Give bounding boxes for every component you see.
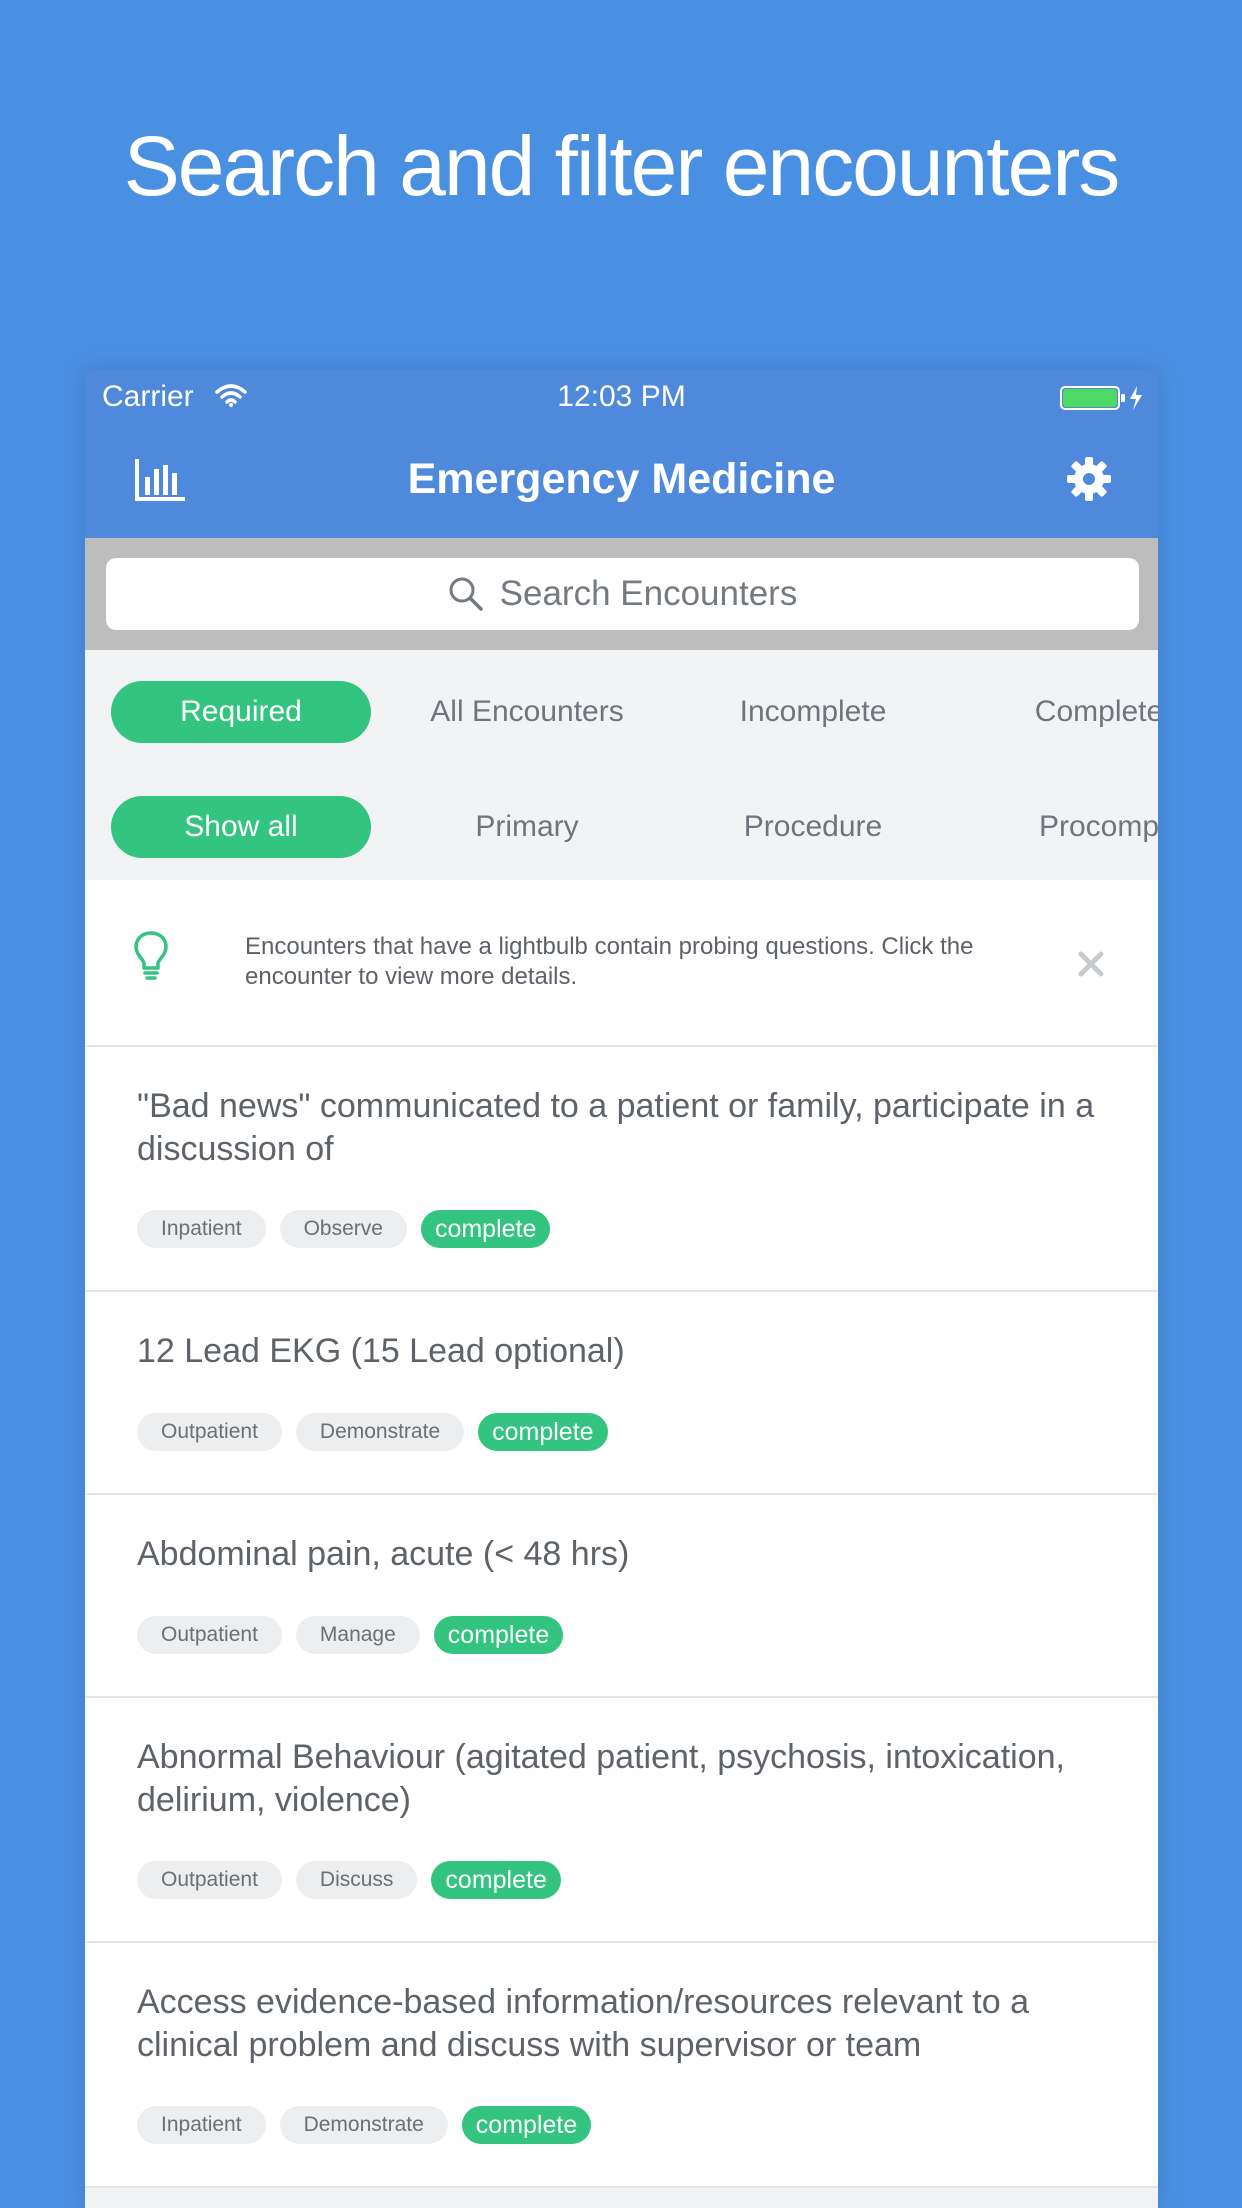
encounter-title: Abnormal Behaviour (agitated patient, ps… (137, 1738, 1065, 1819)
encounter-tags: Outpatient Manage complete (137, 1616, 564, 1654)
nav-bar: Emergency Medicine (85, 425, 1158, 538)
filter-complete[interactable]: Complete (969, 681, 1158, 743)
encounter-row[interactable]: Access evidence-based information/resour… (85, 1943, 1158, 2188)
filter-incomplete[interactable]: Incomplete (683, 681, 943, 743)
filter-procomp[interactable]: Procomp (969, 796, 1158, 858)
search-input[interactable]: Search Encounters (106, 558, 1139, 630)
status-badge: complete (461, 2106, 592, 2144)
close-icon[interactable] (1077, 950, 1105, 983)
gear-icon[interactable] (1065, 455, 1113, 503)
encounter-title: Access evidence-based information/resour… (137, 1983, 1030, 2064)
encounter-row[interactable]: Abnormal Behaviour (agitated patient, ps… (85, 1698, 1158, 1943)
filter-show-all[interactable]: Show all (111, 796, 371, 858)
encounter-tags: Inpatient Demonstrate complete (137, 2106, 592, 2144)
setting-tag: Outpatient (137, 1413, 282, 1451)
tip-banner: Encounters that have a lightbulb contain… (85, 880, 1158, 1047)
lightbulb-icon (133, 930, 169, 987)
setting-tag: Inpatient (137, 2106, 266, 2144)
search-bar: Search Encounters (85, 538, 1158, 650)
status-bar: Carrier 12:03 PM (85, 370, 1158, 425)
level-tag: Demonstrate (295, 1413, 465, 1451)
status-badge: complete (431, 1861, 561, 1899)
tip-text: Encounters that have a lightbulb contain… (245, 933, 974, 990)
filter-all-encounters[interactable]: All Encounters (397, 681, 657, 743)
battery-icon (1060, 384, 1150, 420)
encounter-list: "Bad news" communicated to a patient or … (85, 1047, 1158, 2188)
level-tag: Discuss (295, 1861, 418, 1899)
status-badge: complete (420, 1210, 551, 1248)
nav-title: Emergency Medicine (407, 455, 836, 503)
encounter-tags: Inpatient Observe complete (137, 1210, 551, 1248)
level-tag: Observe (279, 1210, 407, 1248)
level-tag: Manage (295, 1616, 420, 1654)
page-headline: Search and filter encounters (123, 119, 1121, 213)
search-icon (449, 577, 483, 611)
type-filter-row: Show all Primary Procedure Procomp (85, 775, 1158, 875)
status-time: 12:03 PM (557, 380, 686, 413)
status-filter-row: Required All Encounters Incomplete Compl… (85, 660, 1158, 760)
encounter-title: 12 Lead EKG (15 Lead optional) (137, 1332, 625, 1370)
encounter-row[interactable]: "Bad news" communicated to a patient or … (85, 1047, 1158, 1292)
encounter-title: Abdominal pain, acute (< 48 hrs) (137, 1535, 630, 1573)
encounter-tags: Outpatient Discuss complete (137, 1861, 561, 1899)
phone-screen: Carrier 12:03 PM Emergency Medicine Sear… (85, 370, 1158, 2208)
encounter-row[interactable]: 12 Lead EKG (15 Lead optional) Outpatien… (85, 1292, 1158, 1495)
status-badge: complete (433, 1616, 564, 1654)
setting-tag: Outpatient (137, 1861, 282, 1899)
encounter-title: "Bad news" communicated to a patient or … (137, 1087, 1095, 1168)
filter-required[interactable]: Required (111, 681, 371, 743)
search-placeholder: Search Encounters (499, 574, 798, 613)
level-tag: Demonstrate (279, 2106, 448, 2144)
status-badge: complete (478, 1413, 608, 1451)
filter-procedure[interactable]: Procedure (683, 796, 943, 858)
encounter-tags: Outpatient Demonstrate complete (137, 1413, 608, 1451)
setting-tag: Inpatient (137, 1210, 266, 1248)
filter-primary[interactable]: Primary (397, 796, 657, 858)
encounter-row[interactable]: Abdominal pain, acute (< 48 hrs) Outpati… (85, 1495, 1158, 1698)
setting-tag: Outpatient (137, 1616, 282, 1654)
